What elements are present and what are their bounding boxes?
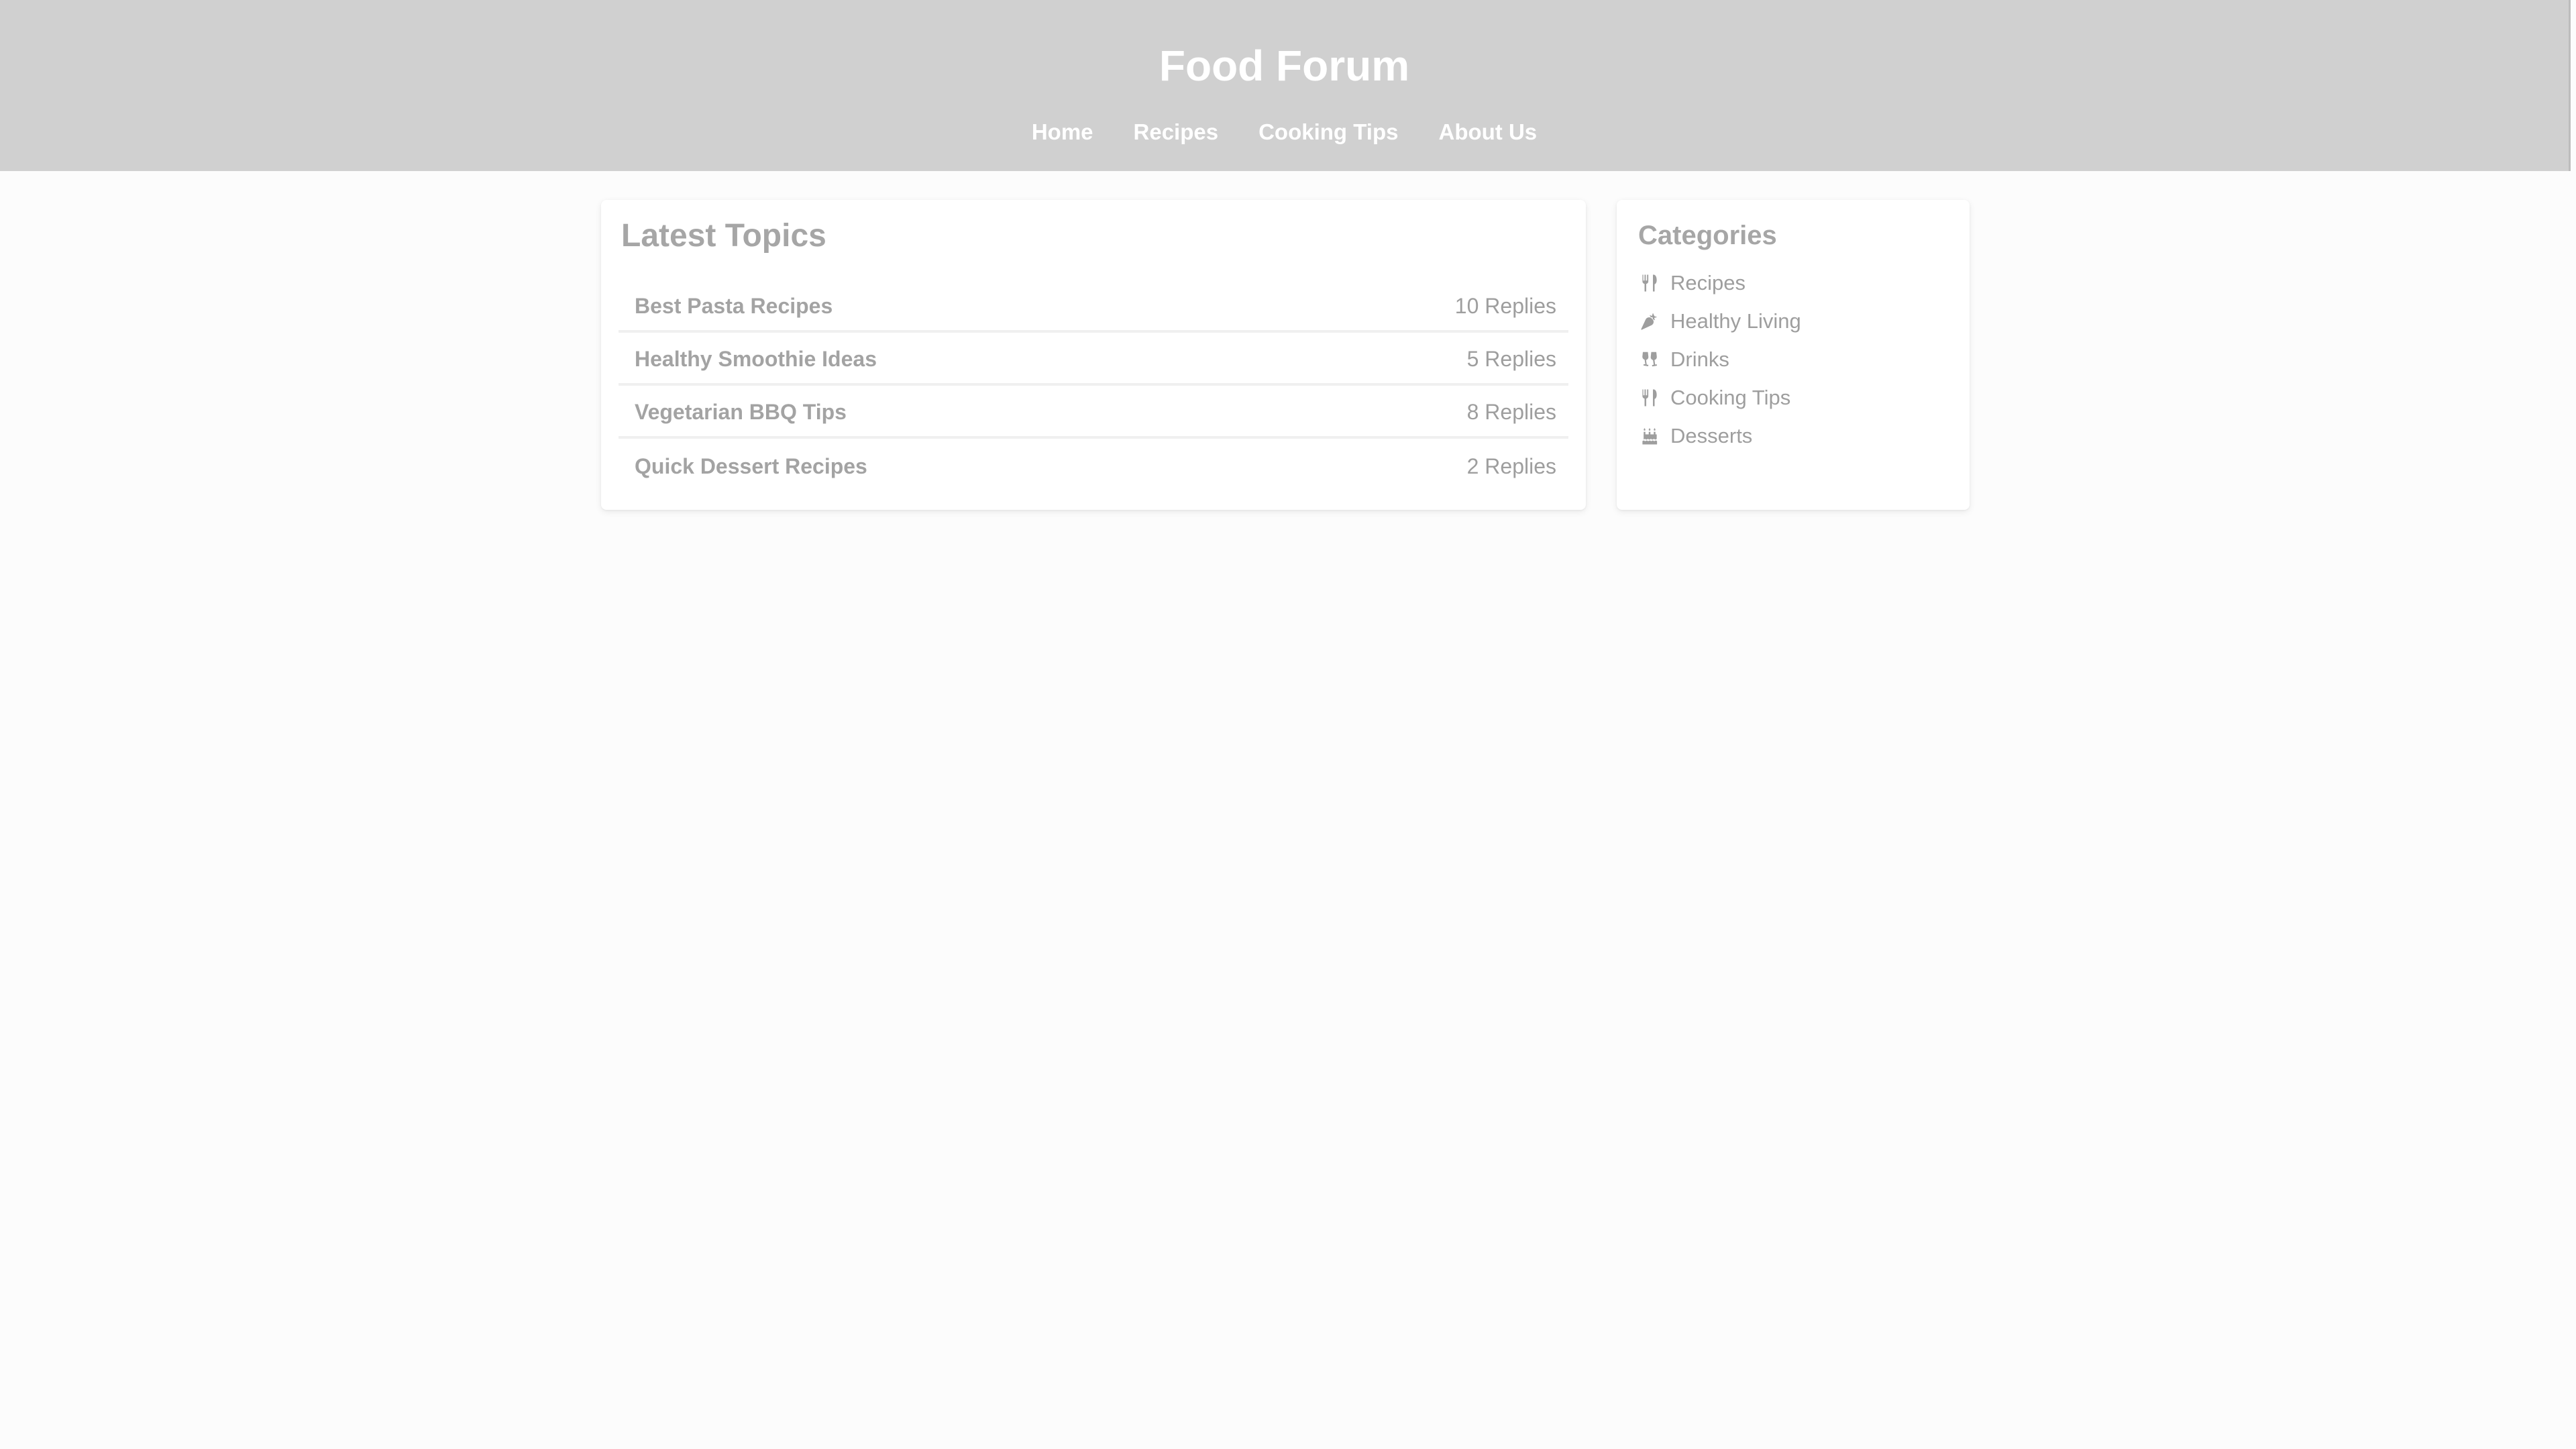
category-label[interactable]: Healthy Living	[1670, 309, 1801, 333]
category-label[interactable]: Desserts	[1670, 424, 1752, 448]
category-label[interactable]: Cooking Tips	[1670, 386, 1790, 410]
carrot-icon	[1638, 310, 1661, 333]
latest-topics-panel: Latest Topics Best Pasta Recipes 10 Repl…	[601, 200, 1586, 510]
categories-panel: Categories Recipes Healthy Living Drinks	[1617, 200, 1970, 510]
topic-title[interactable]: Healthy Smoothie Ideas	[635, 347, 877, 372]
category-item-desserts[interactable]: Desserts	[1638, 417, 1801, 455]
topic-row[interactable]: Healthy Smoothie Ideas 5 Replies	[619, 335, 1568, 386]
topic-title[interactable]: Best Pasta Recipes	[635, 294, 833, 319]
nav-link-recipes[interactable]: Recipes	[1134, 118, 1219, 146]
category-item-cooking-tips[interactable]: Cooking Tips	[1638, 378, 1801, 417]
nav-link-about-us[interactable]: About Us	[1439, 118, 1538, 146]
topic-reply-count: 8 Replies	[1466, 399, 1556, 424]
nav-link-home[interactable]: Home	[1032, 118, 1093, 146]
page: Food Forum Home Recipes Cooking Tips Abo…	[0, 0, 2576, 1449]
topic-row[interactable]: Quick Dessert Recipes 2 Replies	[619, 441, 1568, 492]
topic-row[interactable]: Best Pasta Recipes 10 Replies	[619, 282, 1568, 333]
categories-heading: Categories	[1638, 221, 1777, 250]
topic-row[interactable]: Vegetarian BBQ Tips 8 Replies	[619, 388, 1568, 439]
topic-reply-count: 10 Replies	[1454, 293, 1556, 318]
site-header: Food Forum Home Recipes Cooking Tips Abo…	[0, 0, 2571, 171]
topic-reply-count: 2 Replies	[1466, 453, 1556, 478]
category-item-healthy-living[interactable]: Healthy Living	[1638, 302, 1801, 340]
category-item-drinks[interactable]: Drinks	[1638, 340, 1801, 378]
topic-reply-count: 5 Replies	[1466, 346, 1556, 371]
topic-title[interactable]: Vegetarian BBQ Tips	[635, 400, 847, 425]
category-item-recipes[interactable]: Recipes	[1638, 264, 1801, 302]
glass-cheers-icon	[1638, 348, 1661, 371]
site-title: Food Forum	[1159, 42, 1410, 90]
utensils-icon	[1638, 272, 1661, 294]
latest-topics-heading: Latest Topics	[621, 218, 826, 254]
main-nav: Home Recipes Cooking Tips About Us	[0, 118, 2569, 146]
category-label[interactable]: Drinks	[1670, 347, 1729, 372]
topic-list: Best Pasta Recipes 10 Replies Healthy Sm…	[619, 282, 1568, 494]
nav-link-cooking-tips[interactable]: Cooking Tips	[1258, 118, 1398, 146]
utensils-icon	[1638, 386, 1661, 409]
category-label[interactable]: Recipes	[1670, 271, 1746, 295]
category-list: Recipes Healthy Living Drinks Cooking Ti…	[1638, 264, 1801, 455]
topic-title[interactable]: Quick Dessert Recipes	[635, 454, 867, 479]
birthday-cake-icon	[1638, 425, 1661, 447]
